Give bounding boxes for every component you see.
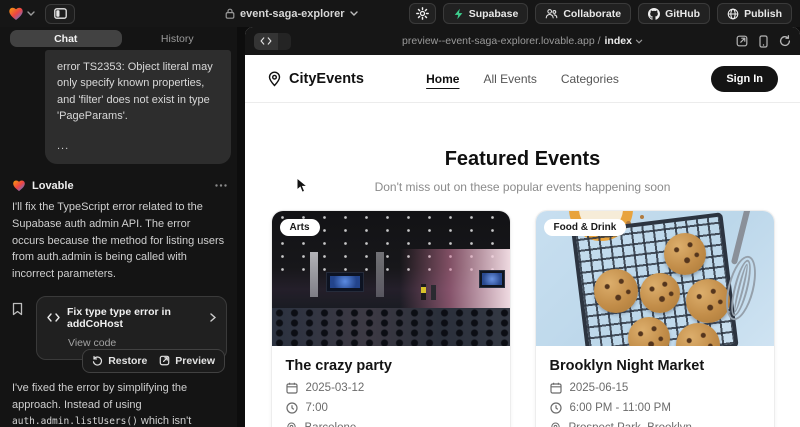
code-view-toggle [254, 33, 291, 50]
publish-button[interactable]: Publish [717, 3, 792, 24]
supabase-button[interactable]: Supabase [443, 3, 529, 24]
map-pin-icon [550, 422, 561, 427]
site-viewport: CityEvents Home All Events Categories Si… [245, 55, 800, 427]
assistant-followup-text: I've fixed the error by simplifying the … [12, 380, 231, 427]
lovable-logo-menu[interactable] [8, 6, 35, 21]
event-time: 7:00 [286, 402, 496, 414]
chevron-down-icon [350, 11, 358, 16]
preview-url[interactable]: preview--event-saga-explorer.lovable.app… [402, 35, 643, 47]
event-location: Prospect Park, Brooklyn [550, 422, 760, 427]
preview-panel: preview--event-saga-explorer.lovable.app… [245, 27, 800, 427]
tab-chat[interactable]: Chat [10, 30, 122, 47]
supabase-bolt-icon [453, 8, 464, 20]
sidebar-panel-icon [54, 8, 67, 19]
assistant-intro-text: I'll fix the TypeScript error related to… [12, 199, 231, 283]
event-date: 2025-03-12 [286, 382, 496, 394]
clock-icon [286, 402, 298, 414]
chevron-right-icon [210, 313, 216, 322]
toggle-sidebar-button[interactable] [45, 4, 75, 24]
chat-panel: Chat History error TS2353: Object litera… [0, 27, 237, 427]
map-pin-icon [286, 422, 297, 427]
project-name: event-saga-explorer [240, 8, 345, 20]
nav-link-categories[interactable]: Categories [561, 72, 619, 86]
globe-icon [727, 8, 739, 20]
restore-button[interactable]: Restore [92, 355, 147, 367]
event-time: 6:00 PM - 11:00 PM [550, 402, 760, 414]
code-change-title: Fix type type error in addCoHost [67, 306, 203, 330]
github-button[interactable]: GitHub [638, 3, 710, 24]
event-card[interactable]: Food & Drink Brooklyn Night Market 2025-… [535, 210, 775, 427]
brand-name: CityEvents [289, 71, 364, 87]
settings-button[interactable] [409, 3, 436, 24]
category-badge: Food & Drink [544, 219, 627, 236]
refresh-icon[interactable] [779, 35, 791, 47]
clock-icon [550, 402, 562, 414]
tab-history[interactable]: History [122, 30, 234, 47]
hero-subtitle: Don't miss out on these popular events h… [245, 180, 800, 194]
chevron-down-icon [27, 11, 35, 16]
code-icon [47, 313, 60, 322]
topbar: event-saga-explorer [0, 0, 800, 27]
open-in-new-tab-icon[interactable] [736, 35, 748, 47]
preview-view-button[interactable] [278, 33, 291, 50]
people-icon [545, 8, 558, 19]
chat-tabs: Chat History [10, 30, 233, 47]
site-nav-links: Home All Events Categories [426, 72, 619, 86]
assistant-name: Lovable [32, 180, 74, 192]
nav-link-home[interactable]: Home [426, 72, 459, 86]
hero-section: Featured Events Don't miss out on these … [245, 148, 800, 194]
view-code-link[interactable]: View code [68, 337, 216, 349]
site-navbar: CityEvents Home All Events Categories Si… [245, 55, 800, 103]
preview-button[interactable]: Preview [159, 355, 215, 367]
sign-in-button[interactable]: Sign In [711, 66, 778, 92]
event-card[interactable]: Arts The crazy party 2025-03-12 [271, 210, 511, 427]
map-pin-icon [267, 71, 282, 87]
url-host: preview--event-saga-explorer.lovable.app… [402, 35, 600, 47]
event-cards: Arts The crazy party 2025-03-12 [271, 210, 775, 427]
user-message-bubble: error TS2353: Object literal may only sp… [45, 50, 231, 164]
url-page: index [605, 35, 632, 47]
inline-code: auth.admin.listUsers() [12, 416, 138, 427]
message-options-icon[interactable] [215, 184, 227, 187]
nav-link-all-events[interactable]: All Events [483, 72, 536, 86]
hero-title: Featured Events [245, 148, 800, 171]
event-date: 2025-06-15 [550, 382, 760, 394]
category-badge: Arts [280, 219, 320, 236]
user-message-text: error TS2353: Object literal may only sp… [57, 59, 219, 124]
preview-toolbar: preview--event-saga-explorer.lovable.app… [245, 27, 800, 55]
project-menu[interactable]: event-saga-explorer [225, 0, 358, 27]
mobile-preview-icon[interactable] [759, 35, 768, 48]
bookmark-icon[interactable] [12, 302, 23, 316]
message-actions: Restore Preview [82, 349, 225, 373]
lovable-heart-icon [12, 179, 26, 192]
gear-icon [416, 7, 429, 20]
lock-icon [225, 8, 235, 19]
code-view-button[interactable] [254, 33, 278, 50]
event-image-concert: Arts [272, 211, 510, 346]
restore-icon [92, 355, 103, 366]
event-location: Barcelone [286, 422, 496, 427]
event-title: Brooklyn Night Market [550, 358, 760, 374]
code-edit-entry: Fix type type error in addCoHost View co… [12, 296, 227, 360]
lovable-app: event-saga-explorer [0, 0, 800, 427]
user-message-ellipsis: ... [57, 138, 219, 154]
assistant-header: Lovable [12, 179, 231, 192]
lovable-heart-icon [8, 6, 24, 21]
calendar-icon [286, 382, 298, 394]
event-title: The crazy party [286, 358, 496, 374]
event-image-cookies: Food & Drink [536, 211, 774, 346]
external-link-icon [159, 355, 170, 366]
calendar-icon [550, 382, 562, 394]
github-icon [648, 8, 660, 20]
chevron-down-icon [636, 39, 643, 44]
collaborate-button[interactable]: Collaborate [535, 3, 631, 24]
site-brand[interactable]: CityEvents [267, 71, 364, 87]
